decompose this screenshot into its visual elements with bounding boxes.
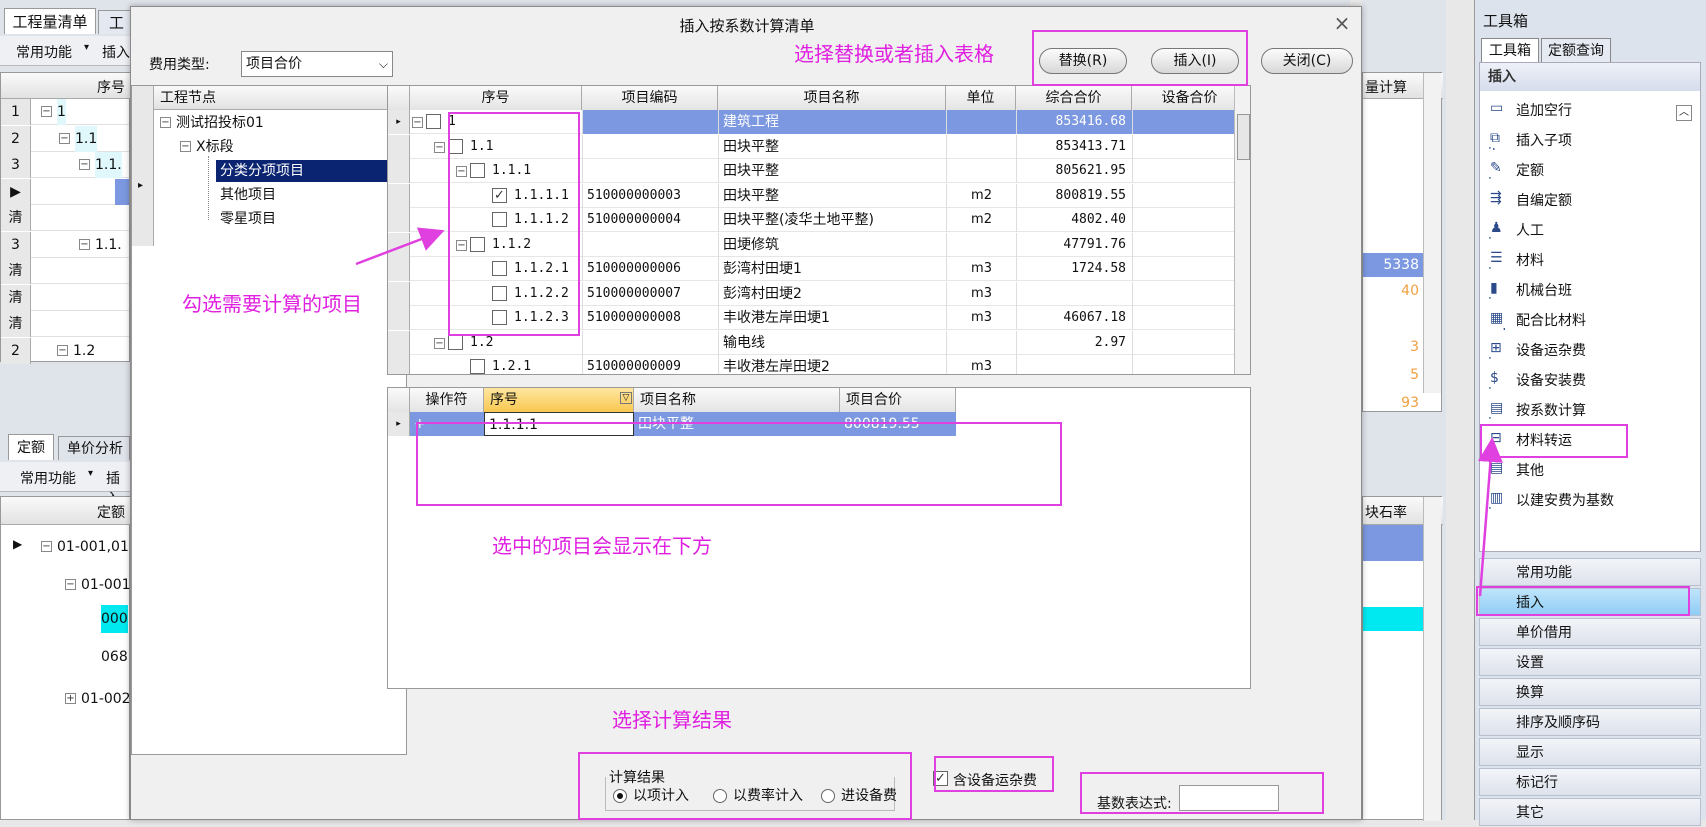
arrow-to-checks xyxy=(355,227,445,266)
annotation-arrows xyxy=(355,227,1503,597)
arrow-to-coef-item xyxy=(1477,437,1503,597)
